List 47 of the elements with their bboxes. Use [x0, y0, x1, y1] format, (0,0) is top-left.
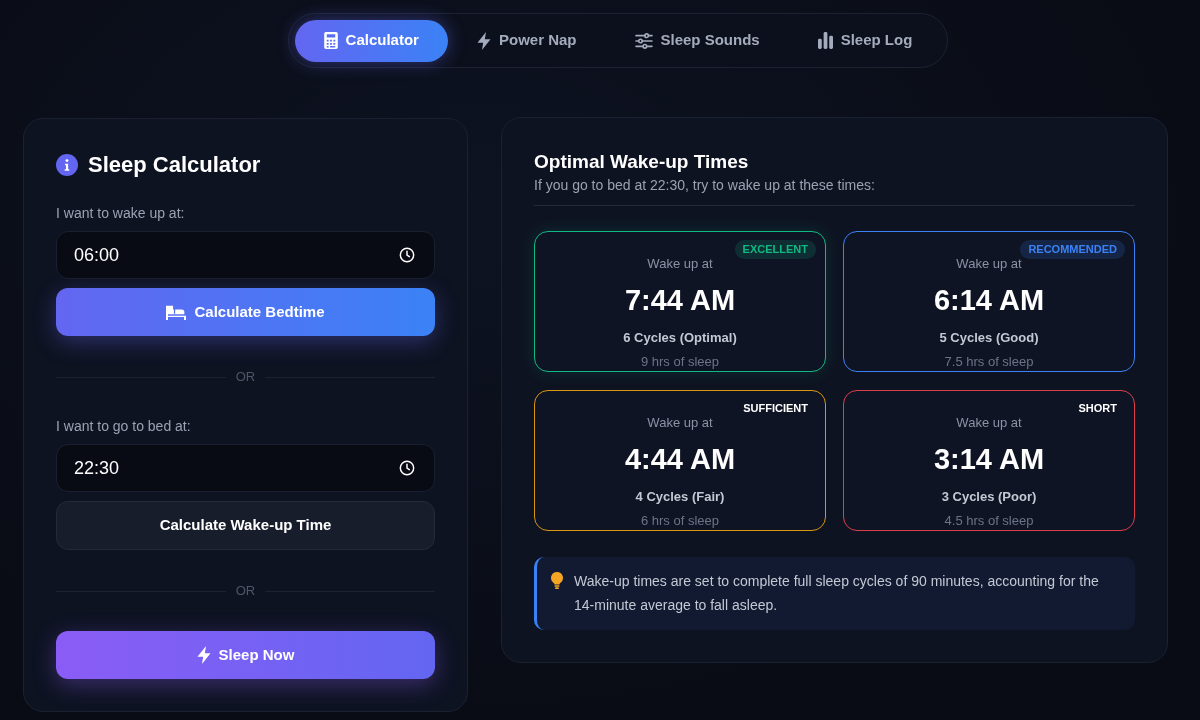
wake-time: 6:14 AM: [933, 283, 1045, 318]
or-label: OR: [234, 582, 257, 600]
wake-label: Wake up at: [647, 255, 713, 273]
wake-time: 4:44 AM: [624, 442, 736, 477]
field-label: I want to wake up at:: [56, 204, 186, 223]
sleep-duration: 9 hrs of sleep: [640, 353, 719, 370]
clock-icon: [399, 247, 415, 263]
lightning-icon: [196, 646, 211, 664]
bed-icon: [166, 304, 187, 320]
lightning-icon: [476, 31, 491, 50]
panel-title: Sleep Calculator: [88, 151, 261, 179]
time-field[interactable]: 22:30: [56, 444, 435, 492]
sliders-icon: [634, 32, 653, 49]
tip-text: Wake-up times are set to complete full sleep cycles of 90 minutes, accounting for the 14-minute average to fall asleep.: [574, 572, 1100, 615]
cycle-count: 4 Cycles (Fair): [635, 488, 725, 505]
wake-time: 3:14 AM: [933, 442, 1045, 477]
sleep-duration: 6 hrs of sleep: [640, 512, 719, 529]
wake-label: Wake up at: [956, 255, 1022, 273]
sleep-duration: 7.5 hrs of sleep: [944, 353, 1034, 370]
lightbulb-icon: [550, 572, 564, 589]
time-field[interactable]: 06:00: [56, 231, 435, 279]
clock-icon: [399, 460, 415, 476]
nav-tab[interactable]: Sleep Log: [788, 19, 942, 62]
panel-title: Optimal Wake-up Times: [534, 150, 750, 174]
cycle-count: 6 Cycles (Optimal): [623, 329, 737, 346]
quality-label: SUFFICIENT: [742, 401, 809, 416]
wake-label: Wake up at: [956, 414, 1022, 432]
or-label: OR: [234, 368, 257, 386]
quality-label: SHORT: [1077, 401, 1118, 416]
quality-badge: EXCELLENT: [734, 240, 816, 259]
info-icon: [56, 154, 78, 176]
sleep-now-button[interactable]: Sleep Now: [56, 631, 435, 679]
quality-badge: RECOMMENDED: [1020, 240, 1125, 259]
calculator-icon: [323, 32, 338, 49]
nav-tab[interactable]: Calculator: [294, 19, 448, 62]
cycle-count: 3 Cycles (Poor): [941, 488, 1037, 505]
wake-label: Wake up at: [647, 414, 713, 432]
nav-tab[interactable]: Sleep Sounds: [605, 19, 789, 62]
calculate-bedtime-button[interactable]: Calculate Bedtime: [56, 288, 435, 336]
calculate-wakeup-button[interactable]: Calculate Wake-up Time: [56, 501, 435, 550]
panel-subtitle: If you go to bed at 22:30, try to wake up at these times:: [534, 176, 876, 195]
nav-tab[interactable]: Power Nap: [447, 19, 606, 62]
wake-time: 7:44 AM: [624, 283, 736, 318]
cycle-count: 5 Cycles (Good): [939, 329, 1039, 346]
sleep-duration: 4.5 hrs of sleep: [944, 512, 1034, 529]
field-label: I want to go to bed at:: [56, 417, 192, 436]
bar-chart-icon: [817, 32, 833, 49]
